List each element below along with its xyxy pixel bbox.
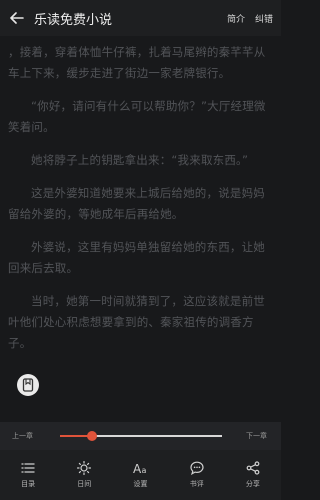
- bottom-toolbar: 目录 日间 A a 设置 书评 分享: [0, 450, 281, 500]
- top-bar: 乐读免费小说 简介 纠错: [0, 0, 281, 36]
- paragraph: “你好，请问有什么可以帮助你？”大厅经理微笑着问。: [8, 99, 266, 134]
- next-chapter-button[interactable]: 下一章: [246, 431, 267, 441]
- prev-chapter-button[interactable]: 上一章: [12, 431, 33, 441]
- arrow-left-icon: [10, 12, 24, 24]
- list-icon: [21, 463, 35, 473]
- paragraph: ，接着，穿着体恤牛仔裤，扎着马尾辫的秦芊芊从车上下来，缓步走进了街边一家老牌银行…: [8, 45, 266, 80]
- report-error-link[interactable]: 纠错: [255, 12, 273, 25]
- paragraph: 这是外婆知道她要来上城后给她的，说是妈妈留给外婆的，等她成年后再给她。: [8, 186, 265, 221]
- tab-day-mode[interactable]: 日间: [56, 450, 112, 500]
- tab-toc[interactable]: 目录: [0, 450, 56, 500]
- paragraph: 外婆说，这里有妈妈单独留给她的东西，让她回来后去取。: [8, 240, 265, 275]
- intro-link[interactable]: 简介: [227, 12, 245, 25]
- tab-day-mode-label: 日间: [77, 480, 92, 488]
- bookmark-icon: [22, 378, 34, 392]
- bookmark-button[interactable]: [17, 374, 39, 396]
- back-button[interactable]: [0, 11, 34, 25]
- tab-reviews[interactable]: 书评: [169, 450, 225, 500]
- tab-reviews-label: 书评: [189, 480, 204, 488]
- share-icon: [246, 461, 260, 475]
- paragraph: 她将脖子上的钥匙拿出来：“我来取东西。”: [31, 153, 249, 167]
- sun-icon: [77, 461, 92, 475]
- tab-share-label: 分享: [245, 480, 260, 488]
- paragraph: 当时，她第一时间就猜到了，这应该就是前世叶他们处心积虑想要拿到的、秦家祖传的调香…: [8, 294, 265, 350]
- chapter-content: ，接着，穿着体恤牛仔裤，扎着马尾辫的秦芊芊从车上下来，缓步走进了街边一家老牌银行…: [8, 36, 275, 422]
- tab-toc-label: 目录: [21, 480, 36, 488]
- font-icon: A a: [133, 462, 147, 475]
- svg-text:a: a: [141, 466, 146, 475]
- progress-thumb[interactable]: [87, 431, 98, 441]
- book-title: 乐读免费小说: [34, 12, 113, 28]
- comment-icon: [190, 461, 204, 475]
- tab-settings-label: 设置: [133, 480, 148, 488]
- tab-share[interactable]: 分享: [225, 450, 281, 500]
- chapter-progress: 上一章 下一章: [0, 422, 281, 450]
- progress-slider[interactable]: [60, 431, 222, 441]
- tab-settings[interactable]: A a 设置: [112, 450, 168, 500]
